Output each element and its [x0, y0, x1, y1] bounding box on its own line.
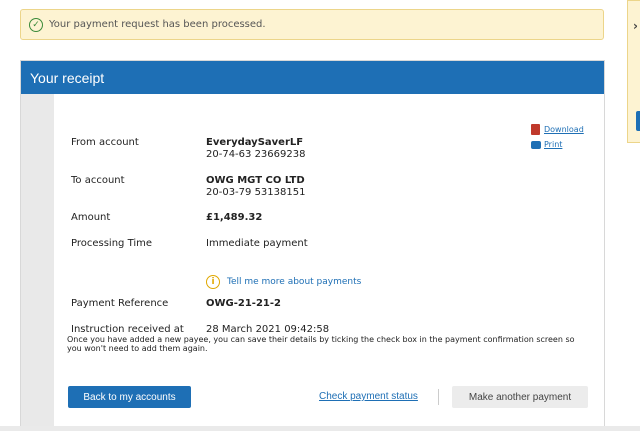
to-account-name: OWG MGT CO LTD: [206, 175, 305, 186]
left-strip: [21, 94, 54, 430]
check-circle-icon: ✓: [29, 17, 43, 32]
to-account-label: To account: [71, 175, 125, 186]
receipt-title: Your receipt: [30, 69, 105, 86]
processing-time-value: Immediate payment: [206, 238, 308, 249]
from-account-label: From account: [71, 137, 139, 148]
bottom-scrollbar[interactable]: [0, 426, 640, 431]
pdf-icon: [531, 124, 540, 135]
side-panel-button[interactable]: [636, 111, 640, 131]
print-label: Print: [544, 140, 563, 149]
printer-icon: [531, 140, 541, 149]
make-another-payment-button[interactable]: Make another payment: [452, 386, 588, 408]
download-link[interactable]: Download: [531, 124, 584, 135]
download-label: Download: [544, 125, 584, 134]
payee-note: Once you have added a new payee, you can…: [67, 335, 575, 353]
divider: [438, 389, 439, 405]
payment-reference-value: OWG-21-21-2: [206, 298, 281, 309]
side-panel: ›: [627, 0, 640, 143]
instruction-received-label: Instruction received at: [71, 324, 184, 335]
info-icon: i: [206, 275, 220, 289]
payment-reference-label: Payment Reference: [71, 298, 169, 309]
check-payment-status-link[interactable]: Check payment status: [319, 391, 418, 402]
payments-info-link[interactable]: i Tell me more about payments: [206, 275, 361, 289]
print-link[interactable]: Print: [531, 140, 562, 149]
receipt-header: Your receipt: [21, 61, 604, 94]
amount-label: Amount: [71, 212, 111, 223]
from-account-name: EverydaySaverLF: [206, 137, 304, 148]
back-to-accounts-button[interactable]: Back to my accounts: [68, 386, 191, 408]
success-notice: ✓ Your payment request has been processe…: [20, 9, 604, 40]
amount-value: £1,489.32: [206, 212, 263, 223]
info-link-text: Tell me more about payments: [227, 277, 362, 287]
processing-time-label: Processing Time: [71, 238, 153, 249]
notice-message: Your payment request has been processed.: [49, 19, 266, 30]
to-account-number: 20-03-79 53138151: [206, 187, 306, 198]
receipt-panel: Your receipt Download Print From account…: [20, 60, 605, 431]
from-account-number: 20-74-63 23669238: [206, 149, 306, 160]
receipt-body: Download Print From account EverydaySave…: [21, 94, 604, 430]
chevron-icon: ›: [633, 19, 638, 33]
